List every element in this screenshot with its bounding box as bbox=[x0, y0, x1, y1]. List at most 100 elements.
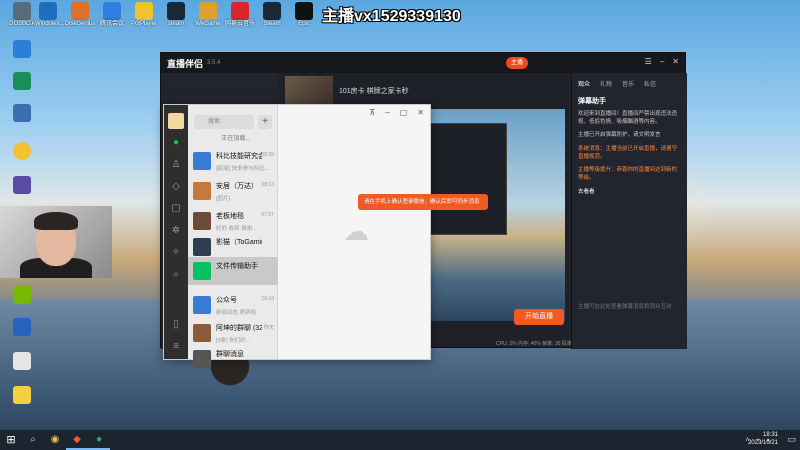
app-icon bbox=[13, 352, 31, 370]
chat-list-item[interactable]: 安居（万达） 08:13 [图片] bbox=[188, 177, 278, 205]
steam-icon bbox=[263, 2, 281, 20]
desktop-icon-left-2[interactable] bbox=[2, 72, 42, 91]
minimize-icon[interactable]: – bbox=[385, 108, 389, 117]
wechat-sidebar: ● ♙ ◇ ▢ ✲ ✧ ⌕ ▯ ≡ bbox=[164, 105, 188, 359]
desktop-icon-left-7[interactable] bbox=[2, 318, 42, 337]
chat-list-item-selected[interactable]: 文件传输助手 bbox=[188, 257, 278, 285]
close-icon[interactable]: ✕ bbox=[417, 108, 424, 117]
streamer-contact-overlay: 主播vx1529339130 bbox=[322, 8, 461, 25]
right-panel-tabs: 观众 礼物 音乐 私信 bbox=[572, 73, 687, 94]
chat-list-item[interactable]: 科比技能研究会 08:35 [链接] 快来参与科比... bbox=[188, 147, 278, 175]
desktop-icon-left-8[interactable] bbox=[2, 352, 42, 371]
notification-icon[interactable]: ▭ bbox=[787, 434, 796, 445]
app-icon bbox=[13, 318, 31, 336]
chat-avatar bbox=[193, 324, 211, 342]
chat-list: ⌕ 搜索 + 正在加载... 科比技能研究会 08:35 [链接] 快来参与科比… bbox=[188, 105, 278, 368]
files-icon[interactable]: ▢ bbox=[170, 203, 182, 215]
chat-avatar bbox=[193, 212, 211, 230]
desktop-icon-left-1[interactable] bbox=[2, 40, 42, 59]
search-input[interactable]: 搜索 bbox=[194, 115, 254, 129]
music-icon bbox=[231, 2, 249, 20]
steam-icon bbox=[167, 2, 185, 20]
tab-gifts[interactable]: 礼物 bbox=[600, 79, 612, 88]
desktop-icon-left-4[interactable] bbox=[2, 142, 42, 161]
chat-avatar bbox=[193, 238, 211, 256]
user-avatar[interactable] bbox=[168, 113, 184, 129]
app-icon bbox=[13, 40, 31, 58]
meeting-icon bbox=[103, 2, 121, 20]
webcam-person-hair bbox=[34, 212, 78, 230]
desktop-icon-left-6[interactable] bbox=[2, 286, 42, 305]
chat-bottom-hint: 主播可在此处查看弹幕消息和观众互动 bbox=[578, 304, 672, 311]
add-chat-button[interactable]: + bbox=[258, 115, 272, 129]
webcam-feed bbox=[0, 206, 112, 278]
potplayer-icon bbox=[135, 2, 153, 20]
menu-icon[interactable]: ≡ bbox=[170, 341, 182, 353]
nvidia-icon bbox=[13, 286, 31, 304]
chat-main-area: ⊼ – ▢ ✕ ☁ bbox=[278, 105, 430, 359]
chat-list-item[interactable]: 公众号 16:18 新闻动态 更新啦 bbox=[188, 291, 278, 319]
chat-list-item[interactable]: 群聊消息 bbox=[188, 345, 278, 373]
pin-icon[interactable]: ⊼ bbox=[369, 108, 375, 117]
desktop-icon-left-3[interactable] bbox=[2, 104, 42, 123]
danmu-header: 弹幕助手 bbox=[578, 98, 606, 105]
chat-avatar bbox=[193, 350, 211, 368]
room-cover-thumbnail[interactable] bbox=[285, 76, 333, 106]
epic-icon bbox=[295, 2, 313, 20]
desktop-icon-left-5[interactable] bbox=[2, 176, 42, 195]
chat-message: 主播等级提升：恭喜你的直播间达到新的等级。 bbox=[578, 167, 678, 182]
chat-avatar bbox=[193, 182, 211, 200]
room-title[interactable]: 101房卡 棋牌之家卡秒 bbox=[339, 86, 409, 96]
favorites-icon[interactable]: ◇ bbox=[170, 181, 182, 193]
taskbar-clock[interactable]: 18:31 2023/10/21 bbox=[748, 432, 778, 448]
maximize-icon[interactable]: ▢ bbox=[400, 108, 408, 117]
menu-icon[interactable]: ☰ bbox=[645, 57, 652, 66]
chat-icon[interactable]: ● bbox=[170, 137, 182, 149]
wegame-icon bbox=[199, 2, 217, 20]
diskgenius-icon bbox=[71, 2, 89, 20]
chat-message: 主播已开启弹幕防护，请文明发言 bbox=[578, 132, 661, 139]
app-icon bbox=[13, 386, 31, 404]
wechat-window: ● ♙ ◇ ▢ ✲ ✧ ⌕ ▯ ≡ ⌕ 搜索 + 正在加载... 科比技能研究会… bbox=[163, 104, 431, 368]
wechat-taskbar-icon[interactable]: ● bbox=[88, 430, 110, 450]
moments-icon[interactable]: ✲ bbox=[170, 225, 182, 237]
chat-message: 系统消息：主播当前已开启直播，请遵守直播规范。 bbox=[578, 146, 678, 160]
tab-viewers[interactable]: 观众 bbox=[578, 79, 590, 88]
windows-start-icon[interactable]: ⊞ bbox=[0, 430, 22, 450]
wechat-logo-icon: ☁ bbox=[343, 216, 369, 246]
file-transfer-avatar bbox=[193, 262, 211, 280]
close-icon[interactable]: ✕ bbox=[672, 57, 679, 66]
stream-app-window-controls: ☰ – ✕ bbox=[645, 57, 679, 66]
stream-app-titlebar: 直播伴侣 3.5.4 bbox=[161, 53, 685, 73]
app-icon bbox=[13, 104, 31, 122]
start-live-button[interactable]: 开始直播 bbox=[514, 309, 564, 325]
stream-stats: CPU: 2% 内存: 40% 帧率: 30 码率: 0 bbox=[496, 341, 578, 347]
contacts-icon[interactable]: ♙ bbox=[170, 159, 182, 171]
loading-status: 正在加载... bbox=[221, 136, 251, 142]
chat-list-item[interactable]: 阿坤的群聊 (32) 昨天 [3条] 你们好... bbox=[188, 319, 278, 347]
login-toast[interactable]: 请在手机上确认登录微信，确认后即可同步消息 bbox=[358, 194, 488, 210]
stream-app-right-panel: 观众 礼物 音乐 私信 弹幕助手 欢迎来到直播间！直播间严禁出现违法违规、低俗色… bbox=[571, 73, 687, 349]
phone-icon[interactable]: ▯ bbox=[170, 319, 182, 331]
search-icon[interactable]: ⌕ bbox=[170, 269, 182, 281]
desktop-icon-epic[interactable]: Epic bbox=[284, 2, 324, 28]
tab-messages[interactable]: 私信 bbox=[644, 79, 656, 88]
chrome-icon[interactable]: ◉ bbox=[44, 430, 66, 450]
chat-message-link[interactable]: 去看看 bbox=[572, 186, 687, 200]
chat-list-item[interactable]: 老板地毯 07:57 好的 收到 谢谢... bbox=[188, 207, 278, 235]
chat-avatar bbox=[193, 152, 211, 170]
qq-icon bbox=[13, 142, 31, 160]
minimize-icon[interactable]: – bbox=[660, 57, 664, 66]
desktop-icon-left-9[interactable] bbox=[2, 386, 42, 405]
app-icon bbox=[13, 176, 31, 194]
channels-icon[interactable]: ✧ bbox=[170, 247, 182, 259]
stream-app-taskbar-icon[interactable]: ◆ bbox=[66, 430, 88, 450]
windows-icon bbox=[39, 2, 57, 20]
stream-app-version: 3.5.4 bbox=[207, 60, 221, 66]
tab-music[interactable]: 音乐 bbox=[622, 79, 634, 88]
search-icon[interactable]: ⌕ bbox=[22, 430, 44, 450]
app-icon bbox=[13, 72, 31, 90]
live-badge[interactable]: 主播 bbox=[506, 57, 529, 69]
wechat-window-controls: ⊼ – ▢ ✕ bbox=[369, 108, 424, 117]
chat-avatar bbox=[193, 296, 211, 314]
